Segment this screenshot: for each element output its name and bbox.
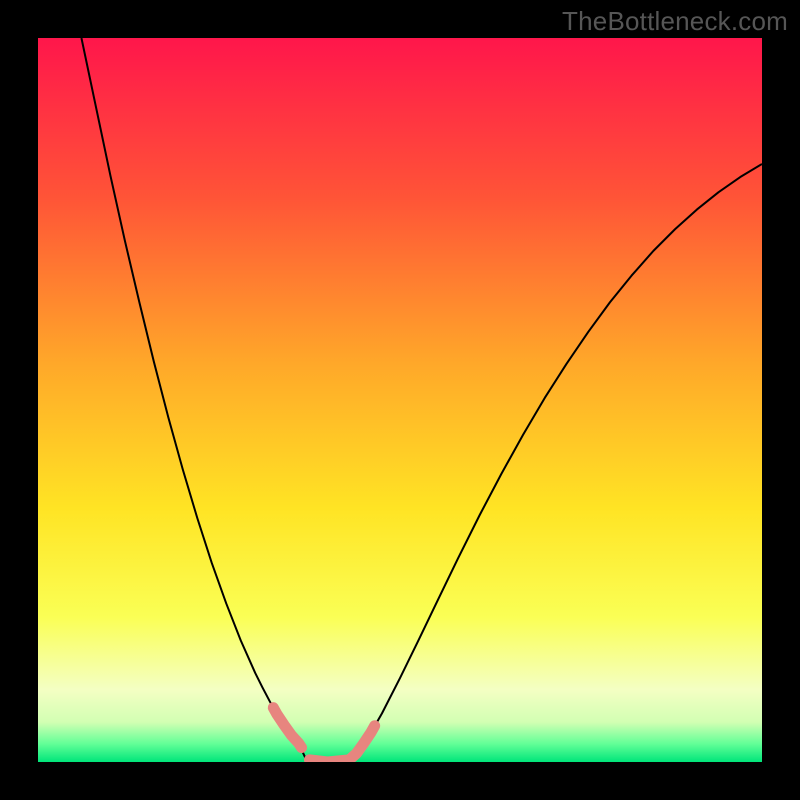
gradient-background bbox=[38, 38, 762, 762]
watermark-label: TheBottleneck.com bbox=[562, 6, 788, 37]
plot-area bbox=[38, 38, 762, 762]
chart-svg bbox=[38, 38, 762, 762]
chart-frame: TheBottleneck.com bbox=[0, 0, 800, 800]
